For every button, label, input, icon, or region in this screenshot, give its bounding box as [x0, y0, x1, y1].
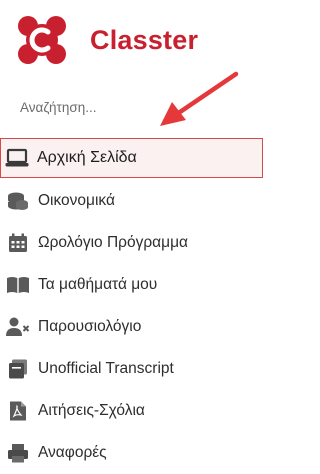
sidebar-item-requests-comments[interactable]: Αιτήσεις-Σχόλια	[0, 390, 272, 432]
sidebar-item-finance[interactable]: Οικονομικά	[0, 180, 272, 222]
search-bar[interactable]	[0, 96, 272, 118]
sidebar-item-home[interactable]: Αρχική Σελίδα	[0, 138, 263, 178]
laptop-icon	[5, 147, 29, 169]
calendar-icon	[6, 232, 30, 254]
sidebar-item-unofficial-transcript[interactable]: Unofficial Transcript	[0, 348, 272, 390]
sidebar-item-label: Τα μαθήματά μου	[38, 276, 158, 293]
book-icon	[6, 274, 30, 296]
sidebar-item-label: Unofficial Transcript	[38, 360, 174, 377]
brand-name: Classter	[90, 24, 199, 55]
sidebar-item-label: Ωρολόγιο Πρόγραμμα	[38, 234, 188, 251]
sidebar-item-reports[interactable]: Αναφορές	[0, 432, 272, 474]
search-input[interactable]	[0, 96, 250, 118]
sidebar-item-label: Αιτήσεις-Σχόλια	[38, 402, 145, 419]
sidebar-item-my-courses[interactable]: Τα μαθήματά μου	[0, 264, 272, 306]
sidebar-item-timetable[interactable]: Ωρολόγιο Πρόγραμμα	[0, 222, 272, 264]
brand-logo[interactable]: Classter	[14, 12, 264, 68]
pdf-file-icon	[6, 400, 30, 422]
sidebar-item-attendance[interactable]: Παρουσιολόγιο	[0, 306, 272, 348]
printer-icon	[6, 442, 30, 464]
document-icon	[6, 358, 30, 380]
sidebar-item-label: Αναφορές	[38, 444, 107, 461]
coins-icon	[6, 190, 30, 212]
classter-logo-icon	[14, 12, 70, 68]
sidebar-item-label: Παρουσιολόγιο	[38, 318, 142, 335]
user-times-icon	[6, 316, 30, 338]
sidebar-item-label: Οικονομικά	[38, 192, 115, 209]
sidebar-menu: Αρχική Σελίδα Οικονομικά Ωρολόγιο Πρόγρα…	[0, 138, 272, 474]
sidebar-item-label: Αρχική Σελίδα	[37, 149, 137, 166]
